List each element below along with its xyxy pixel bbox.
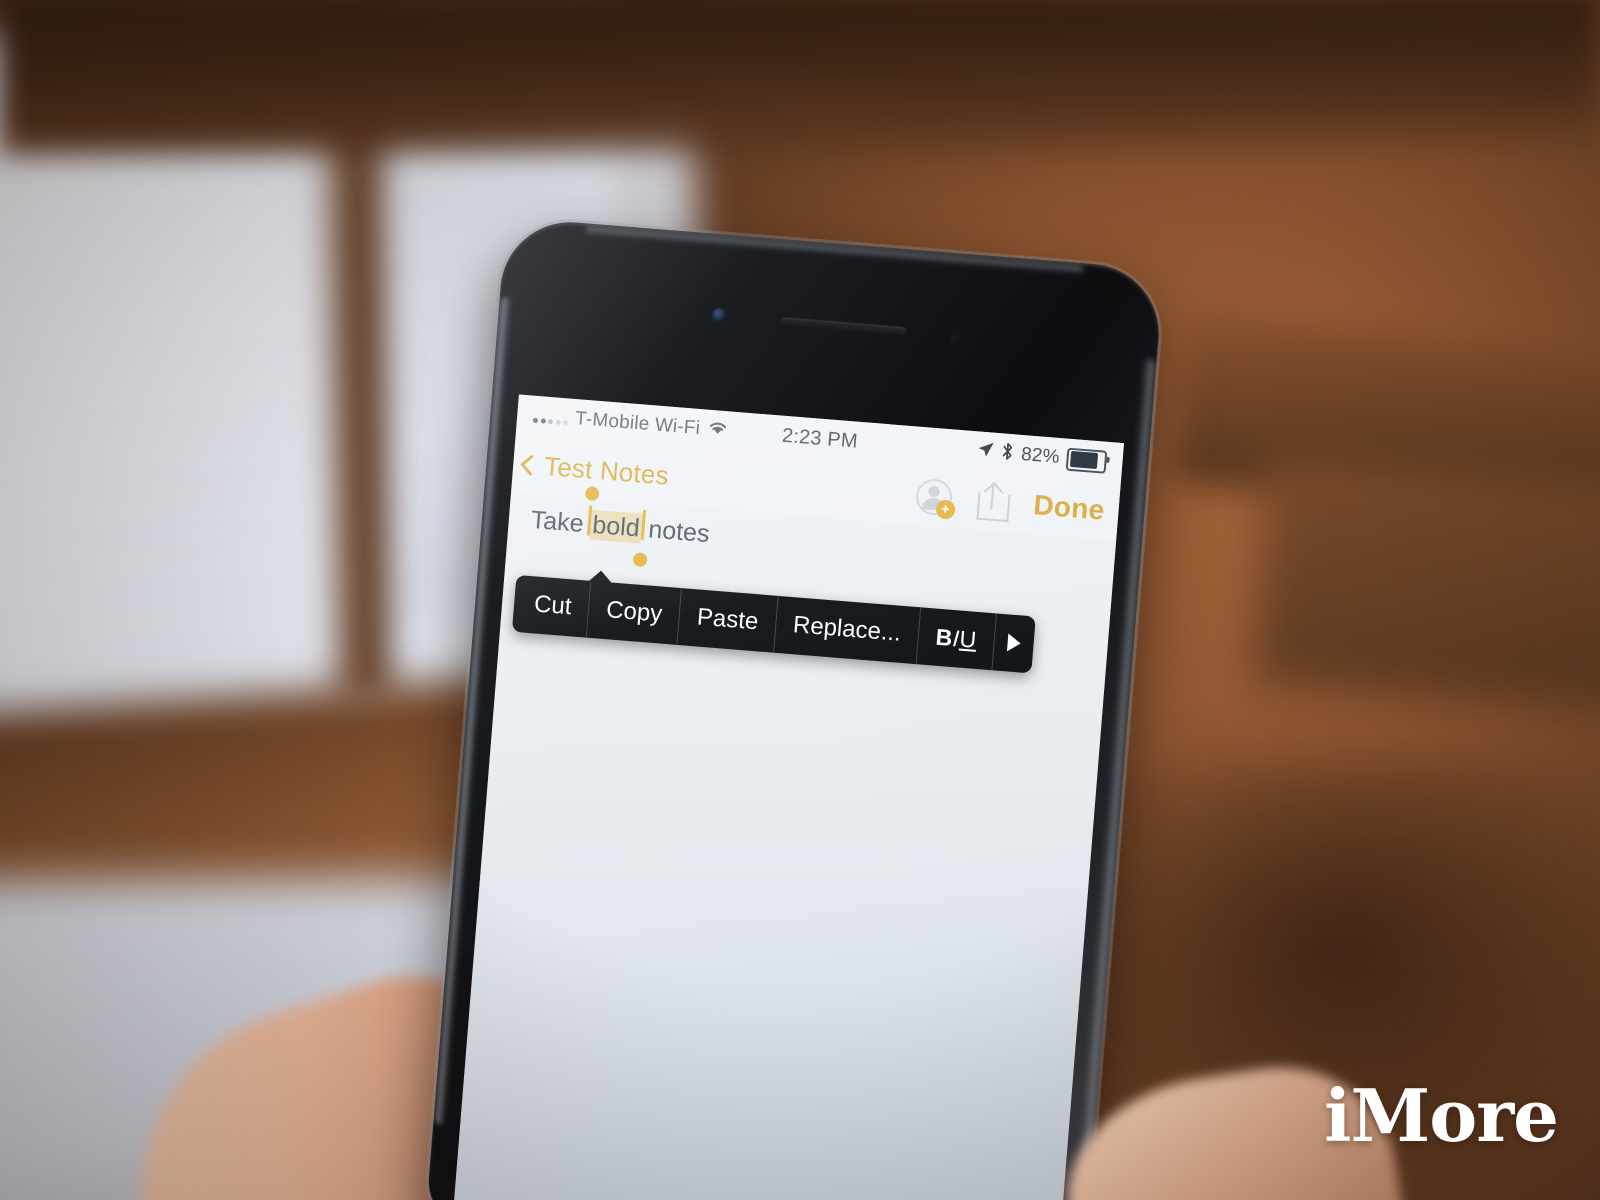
navigation-bar-actions: + Done	[914, 477, 1106, 530]
done-button[interactable]: Done	[1032, 489, 1105, 527]
add-person-icon[interactable]: +	[914, 477, 956, 520]
note-text-before: Take	[529, 505, 592, 539]
edit-callout-menu: Cut Copy Paste Replace... BIU	[511, 574, 1036, 674]
menu-item-replace[interactable]: Replace...	[773, 595, 922, 665]
selection-knob-end[interactable]	[632, 552, 648, 568]
plus-badge-icon: +	[935, 499, 956, 520]
battery-fill	[1069, 450, 1098, 470]
background-trim-right-lower	[1252, 453, 1600, 717]
menu-item-paste[interactable]: Paste	[677, 588, 779, 653]
selection-knob-start[interactable]	[584, 486, 600, 502]
note-body[interactable]: Take bold notes Cut Copy Paste Replace..…	[447, 486, 1117, 1200]
menu-item-copy[interactable]: Copy	[587, 580, 683, 646]
location-arrow-icon	[976, 440, 995, 464]
note-selected-text-label: bold	[591, 510, 641, 543]
back-button[interactable]: Test Notes	[520, 449, 670, 492]
carrier-label: T-Mobile Wi-Fi	[574, 408, 701, 440]
background-top-beam	[0, 0, 1600, 155]
back-button-label: Test Notes	[543, 450, 670, 491]
battery-percent-label: 82%	[1020, 443, 1061, 468]
signal-dots-icon	[532, 409, 569, 425]
status-bar-right: 82%	[976, 439, 1108, 474]
photo-scene: T-Mobile Wi-Fi 2:23 PM 82% Test Notes + …	[0, 0, 1600, 1200]
phone-device: T-Mobile Wi-Fi 2:23 PM 82% Test Notes + …	[425, 216, 1165, 1200]
battery-icon	[1065, 447, 1108, 474]
imore-watermark: iMore	[1324, 1073, 1559, 1158]
phone-screen: T-Mobile Wi-Fi 2:23 PM 82% Test Notes + …	[436, 394, 1125, 1200]
underline-label: U	[958, 625, 978, 653]
chevron-left-icon	[520, 454, 542, 476]
bluetooth-icon	[1000, 441, 1015, 467]
note-text-after: notes	[640, 514, 711, 549]
note-selected-text[interactable]: bold	[584, 486, 648, 568]
wifi-icon	[706, 419, 730, 443]
share-icon[interactable]	[976, 481, 1011, 523]
menu-item-cut[interactable]: Cut	[511, 574, 592, 638]
menu-item-format-biu[interactable]: BIU	[916, 607, 997, 671]
menu-item-more[interactable]	[992, 613, 1035, 673]
note-text-line[interactable]: Take bold notes	[529, 486, 711, 568]
triangle-right-icon	[1006, 633, 1022, 653]
